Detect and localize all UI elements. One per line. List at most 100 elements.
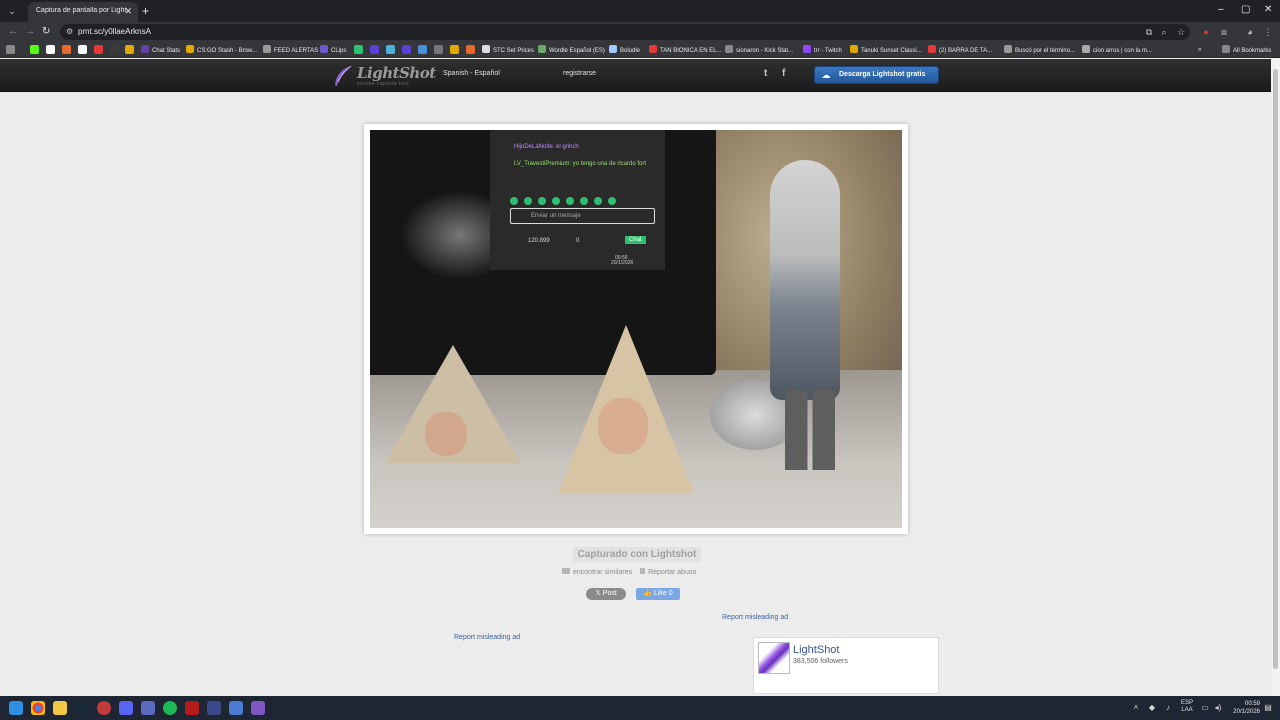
facebook-page-name[interactable]: LightShot: [793, 644, 839, 656]
bookmark-link[interactable]: FEED ALERTAS: [263, 45, 318, 56]
tray-overflow-icon[interactable]: ˄: [1131, 703, 1141, 713]
bookmark-icon[interactable]: [466, 45, 475, 54]
notifications-icon[interactable]: ▤: [1263, 703, 1273, 713]
bookmark-star-icon[interactable]: ☆: [1175, 26, 1187, 38]
photo-face-left: [425, 412, 467, 456]
input-language[interactable]: ESP LAA: [1180, 700, 1194, 714]
tab-close-icon[interactable]: ✕: [124, 6, 132, 16]
app-icon[interactable]: [97, 701, 111, 715]
bookmark-link[interactable]: (2) BARRA DE TA...: [928, 45, 992, 56]
page-scrollbar[interactable]: [1271, 59, 1280, 696]
download-button[interactable]: ☁ Descarga Lightshot gratis: [814, 66, 939, 84]
facebook-icon[interactable]: f: [782, 67, 785, 81]
bookmark-icon[interactable]: [354, 45, 363, 54]
bookmark-icon[interactable]: [370, 45, 379, 54]
bookmark-link[interactable]: CLips: [320, 45, 346, 56]
scrollbar-thumb[interactable]: [1273, 69, 1278, 669]
all-bookmarks-link[interactable]: All Bookmarks: [1222, 45, 1271, 56]
zoom-icon[interactable]: ⌕: [1158, 26, 1170, 38]
lightshot-header: LightShot screen capture tool Spanish - …: [0, 59, 1280, 92]
bookmark-link[interactable]: TAN BIONICA EN EL...: [649, 45, 722, 56]
facebook-page-card[interactable]: LightShot 383,506 followers: [753, 637, 939, 694]
system-clock[interactable]: 00:59 20/1/2026: [1228, 700, 1260, 716]
bookmarks-overflow-icon[interactable]: »: [1198, 45, 1201, 55]
bookmark-icon[interactable]: [110, 45, 119, 54]
new-tab-button[interactable]: +: [142, 3, 149, 19]
captured-with-caption: Capturado con Lightshot: [573, 547, 701, 562]
bookmark-icon[interactable]: [402, 45, 411, 54]
bookmark-link[interactable]: CS:GO Stash - Brow...: [186, 45, 257, 56]
bookmark-icon[interactable]: [434, 45, 443, 54]
bookmark-icon[interactable]: [125, 45, 134, 54]
network-icon[interactable]: ▭: [1200, 703, 1210, 713]
bookmark-link[interactable]: Boludle: [609, 45, 640, 56]
bookmark-link[interactable]: Wordle Español (ES): [538, 45, 605, 56]
bookmark-link[interactable]: trr - Twitch: [803, 45, 842, 56]
image-actions: encontrar similares Reportar abuso: [562, 568, 696, 578]
profile-icon[interactable]: ◕: [1244, 26, 1256, 38]
register-link[interactable]: registrarse: [563, 70, 596, 77]
bookmark-link[interactable]: Buscó por el término...: [1004, 45, 1075, 56]
feather-logo-icon[interactable]: [333, 65, 353, 87]
site-info-icon[interactable]: ⚙: [66, 27, 74, 36]
x-post-button[interactable]: 𝕏 Post: [586, 588, 626, 600]
extensions-puzzle-icon[interactable]: ⧈: [1218, 26, 1230, 38]
steam-icon[interactable]: [75, 701, 89, 715]
apps-icon[interactable]: [6, 45, 15, 54]
close-window-button[interactable]: ✕: [1264, 3, 1272, 17]
install-app-icon[interactable]: ⧉: [1143, 26, 1155, 38]
extension-icon[interactable]: ●: [1200, 26, 1212, 38]
maximize-button[interactable]: ▢: [1241, 3, 1250, 17]
bookmark-link[interactable]: sionaron - Kick Stat...: [725, 45, 793, 56]
report-abuse-link[interactable]: Reportar abuso: [640, 568, 696, 576]
facebook-like-button[interactable]: 👍 Like 0: [636, 588, 680, 600]
download-cloud-icon: ☁: [821, 70, 831, 80]
minimize-button[interactable]: –: [1218, 3, 1224, 17]
image-icon: [562, 568, 570, 574]
spotify-icon[interactable]: [163, 701, 177, 715]
twitter-icon[interactable]: t: [764, 67, 767, 81]
bookmark-icon[interactable]: [450, 45, 459, 54]
chat-points: 120.899: [528, 238, 550, 244]
reload-icon[interactable]: ↻: [42, 25, 50, 39]
volume-icon[interactable]: ◂): [1213, 703, 1223, 713]
bookmark-icon[interactable]: [62, 45, 71, 54]
back-icon[interactable]: ←: [8, 25, 18, 39]
bookmark-link[interactable]: Tanuki Sunset Classi...: [850, 45, 922, 56]
start-icon[interactable]: [9, 701, 23, 715]
language-selector[interactable]: Spanish - Español: [443, 70, 500, 77]
lightshot-avatar[interactable]: [758, 642, 790, 674]
discord-icon[interactable]: [119, 701, 133, 715]
bookmark-icon[interactable]: [386, 45, 395, 54]
tray-app-icon[interactable]: ◆: [1147, 703, 1157, 713]
bookmark-icon[interactable]: [78, 45, 87, 54]
chat-message: LV_TravestiPremium: yo tengo una de rica…: [514, 161, 647, 167]
report-misleading-ad-link[interactable]: Report misleading ad: [722, 614, 788, 621]
forward-icon[interactable]: →: [25, 25, 35, 39]
app-icon[interactable]: [185, 701, 199, 715]
app-icon[interactable]: [207, 701, 221, 715]
menu-icon[interactable]: ⋮: [1262, 26, 1274, 38]
bookmark-link[interactable]: cion arros | con la m...: [1082, 45, 1152, 56]
bookmarks-bar: Chat Stats CS:GO Stash - Brow... FEED AL…: [0, 42, 1280, 58]
app-icon[interactable]: [251, 701, 265, 715]
address-bar[interactable]: ⚙ prnt.sc/y0llaeArknsA: [60, 24, 1190, 40]
microphone-icon[interactable]: ♪: [1163, 703, 1173, 713]
browser-tab[interactable]: Captura de pantalla por Lightsh ✕: [28, 2, 138, 22]
bookmark-icon[interactable]: [46, 45, 55, 54]
logo-text[interactable]: LightShot: [357, 64, 436, 82]
bookmark-link[interactable]: STC Set Prices: [482, 45, 534, 56]
bookmark-icon[interactable]: [418, 45, 427, 54]
app-icon[interactable]: [141, 701, 155, 715]
file-explorer-icon[interactable]: [53, 701, 67, 715]
youtube-icon[interactable]: [94, 45, 103, 54]
tab-search-icon[interactable]: ⌄: [4, 3, 20, 19]
report-misleading-ad-link[interactable]: Report misleading ad: [454, 634, 520, 641]
chrome-icon[interactable]: [31, 701, 45, 715]
find-similar-link[interactable]: encontrar similares: [562, 568, 632, 576]
kick-icon[interactable]: [30, 45, 39, 54]
bookmark-link[interactable]: Chat Stats: [141, 45, 180, 56]
app-icon[interactable]: [229, 701, 243, 715]
screenshot-image[interactable]: HijoDeLaNoite: el grinch LV_TravestiPrem…: [370, 130, 902, 528]
facebook-followers: 383,506 followers: [793, 658, 848, 665]
